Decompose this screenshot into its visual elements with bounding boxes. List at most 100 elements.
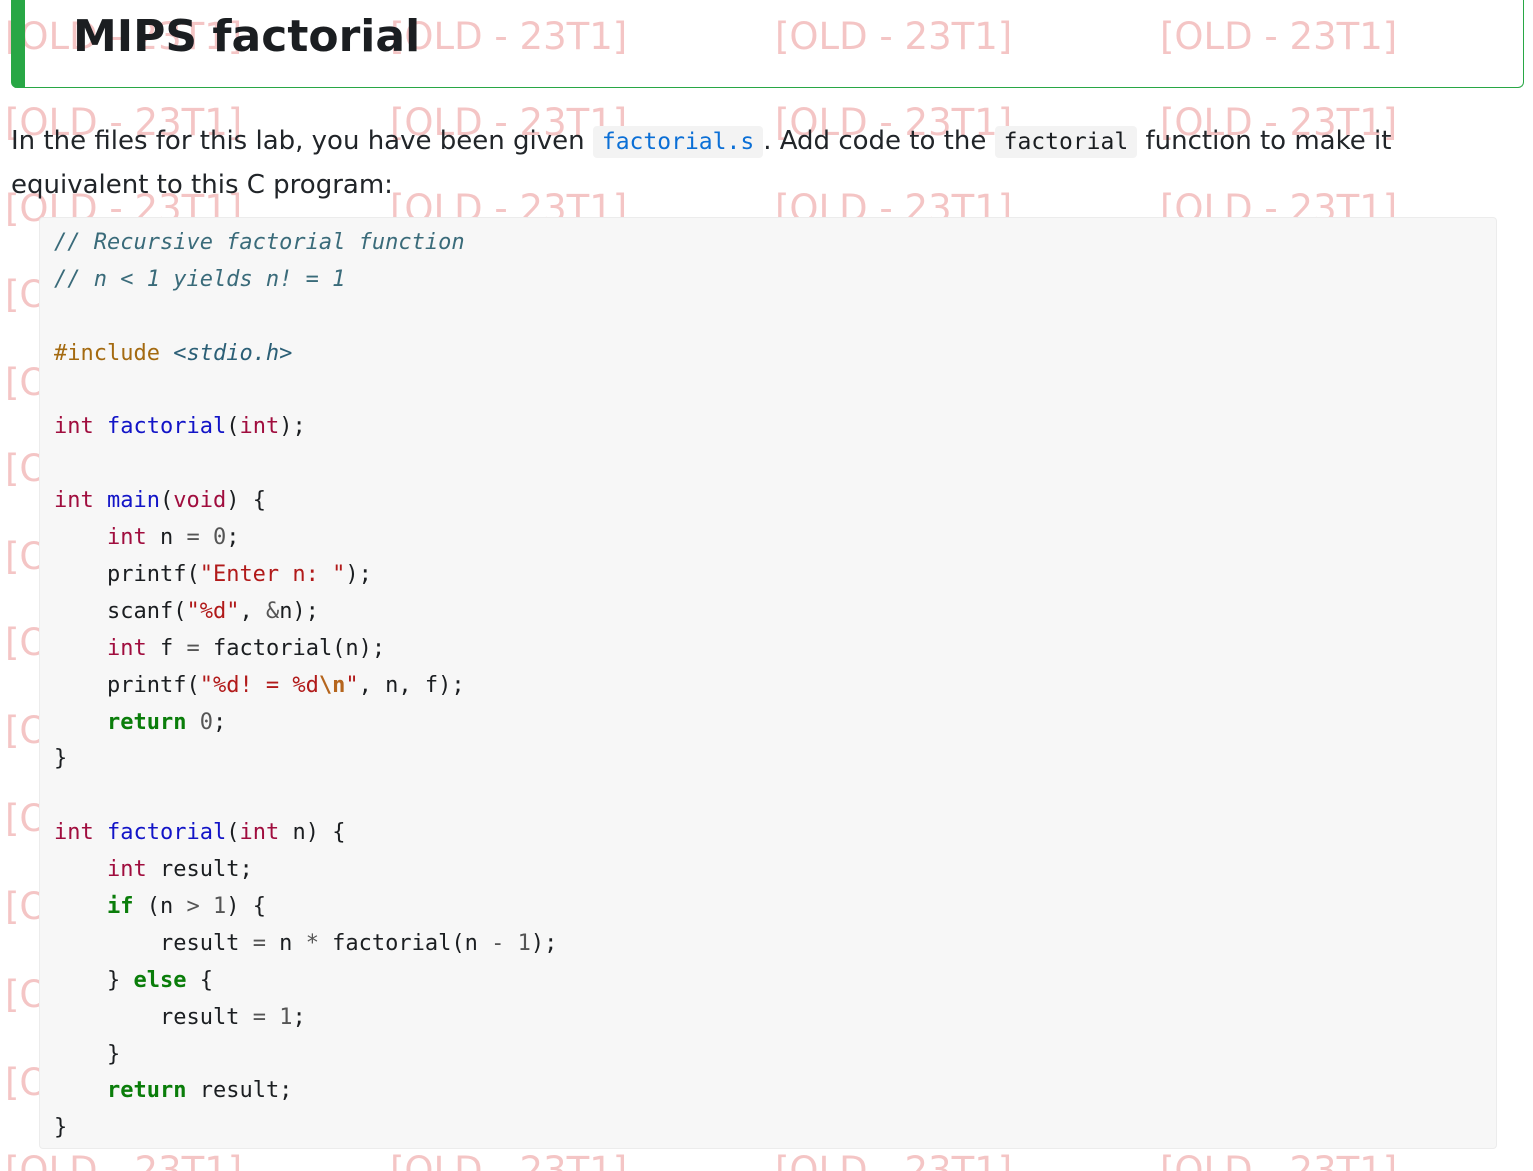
code-token: , bbox=[239, 598, 266, 624]
code-token: ) { bbox=[226, 894, 266, 920]
code-token: result; bbox=[186, 1078, 293, 1104]
code-token: "%d! = %d bbox=[199, 672, 319, 698]
code-token: ( bbox=[226, 414, 240, 440]
code-line: ​ bbox=[54, 373, 1496, 410]
function-name-code: factorial bbox=[994, 126, 1138, 158]
code-token: factorial bbox=[107, 414, 227, 440]
code-token: ( bbox=[226, 820, 240, 846]
factorial-file-link[interactable]: factorial.s bbox=[592, 126, 764, 158]
code-token: ) { bbox=[226, 488, 266, 514]
code-token: ; bbox=[226, 525, 240, 551]
code-token: = bbox=[252, 1004, 266, 1030]
code-line: int result; bbox=[54, 852, 1496, 889]
code-token: if bbox=[106, 894, 134, 920]
code-token: printf( bbox=[54, 672, 200, 698]
code-token: return bbox=[106, 709, 187, 735]
code-token: , n, f); bbox=[358, 672, 465, 698]
code-token: factorial bbox=[107, 820, 227, 846]
code-token: (n bbox=[133, 894, 187, 920]
code-line: ​ bbox=[54, 299, 1496, 336]
code-token: ); bbox=[530, 930, 558, 956]
code-token: <stdio.h> bbox=[173, 340, 293, 366]
code-token: = bbox=[252, 930, 266, 956]
code-line: // Recursive factorial function bbox=[54, 225, 1496, 262]
code-token: { bbox=[186, 967, 213, 993]
code-line: scanf("%d", &n); bbox=[54, 594, 1496, 631]
code-token: int bbox=[106, 525, 147, 551]
code-token: n bbox=[146, 525, 187, 551]
watermark-text: [OLD - 23T1] bbox=[1160, 1149, 1398, 1171]
code-token: scanf( bbox=[54, 598, 187, 624]
code-token: // Recursive factorial function bbox=[54, 230, 465, 255]
code-token: - bbox=[491, 930, 505, 956]
code-token: ; bbox=[212, 709, 227, 735]
code-token: ( bbox=[159, 488, 174, 514]
code-token: n) { bbox=[279, 820, 346, 846]
code-token: } bbox=[54, 1115, 68, 1141]
code-token: n bbox=[265, 930, 306, 956]
code-line: ​ bbox=[54, 446, 1496, 483]
code-line: } bbox=[54, 1110, 1496, 1147]
code-line: if (n > 1) { bbox=[54, 889, 1496, 926]
code-token: printf( bbox=[54, 562, 200, 588]
code-token: * bbox=[305, 930, 319, 956]
code-token: " bbox=[345, 672, 359, 698]
code-token: 1 bbox=[212, 894, 227, 920]
code-line: int factorial(int); bbox=[54, 409, 1496, 446]
code-token: n); bbox=[279, 598, 319, 624]
code-token: factorial(n bbox=[318, 930, 492, 956]
code-token: // n < 1 yields n! = 1 bbox=[54, 266, 346, 292]
code-line: int main(void) { bbox=[54, 483, 1496, 520]
code-token: "Enter n: " bbox=[199, 562, 346, 588]
code-token: result bbox=[54, 930, 253, 956]
code-token: 1 bbox=[279, 1004, 293, 1030]
code-line: int f = factorial(n); bbox=[54, 631, 1496, 668]
code-token: "%d" bbox=[186, 598, 240, 624]
code-line: #include <stdio.h> bbox=[54, 336, 1496, 373]
code-token: 1 bbox=[517, 930, 531, 956]
watermark-text: [OLD - 23T1] bbox=[775, 1149, 1013, 1171]
code-token: \n bbox=[318, 672, 346, 698]
code-token: result bbox=[54, 1004, 253, 1030]
code-line: printf("Enter n: "); bbox=[54, 557, 1496, 594]
code-token: int bbox=[239, 820, 280, 846]
code-token: int bbox=[54, 820, 94, 846]
code-token: > bbox=[186, 894, 200, 920]
code-line: result = 1; bbox=[54, 1000, 1496, 1037]
intro-text-2: . Add code to the bbox=[763, 126, 995, 156]
code-token: & bbox=[265, 598, 280, 624]
code-line: } else { bbox=[54, 963, 1496, 1000]
code-token: } bbox=[54, 746, 68, 772]
code-token: 0 bbox=[199, 709, 213, 735]
code-line: int factorial(int n) { bbox=[54, 815, 1496, 852]
code-line: int n = 0; bbox=[54, 520, 1496, 557]
code-line: printf("%d! = %d\n", n, f); bbox=[54, 668, 1496, 705]
page-title: MIPS factorial bbox=[73, 11, 421, 62]
code-token: ; bbox=[292, 1004, 306, 1030]
code-line: return result; bbox=[54, 1073, 1496, 1110]
code-token: void bbox=[173, 488, 227, 514]
code-token: #include bbox=[54, 340, 174, 366]
intro-text-1: In the files for this lab, you have been… bbox=[11, 126, 593, 156]
code-token: main bbox=[107, 488, 160, 514]
code-token: } bbox=[54, 1041, 121, 1067]
code-token: factorial(n); bbox=[199, 635, 386, 661]
code-token: = bbox=[186, 525, 200, 551]
code-token: result; bbox=[146, 857, 253, 883]
code-content: // Recursive factorial function // n < 1 … bbox=[54, 225, 1496, 1147]
code-line: return 0; bbox=[54, 705, 1496, 742]
code-line: ​ bbox=[54, 778, 1496, 815]
watermark-text: [OLD - 23T1] bbox=[5, 1149, 243, 1171]
